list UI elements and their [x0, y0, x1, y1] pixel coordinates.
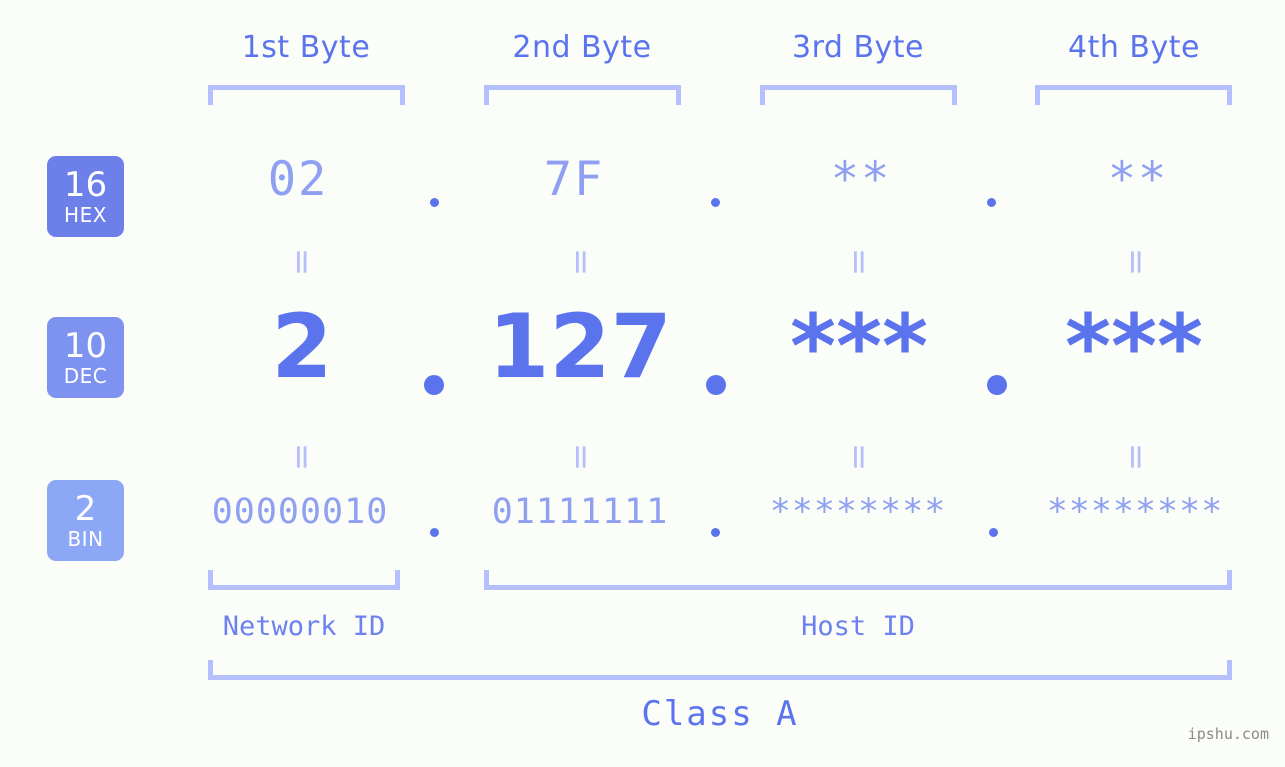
bin-separator-2	[711, 528, 720, 537]
equals-sign-dec-bin-4: =	[1116, 442, 1156, 472]
hex-separator-2	[711, 198, 720, 207]
base-badge-dec: 10 DEC	[47, 317, 124, 398]
base-badge-bin-number: 2	[74, 489, 97, 529]
byte-header-2: 2nd Byte	[512, 30, 652, 65]
watermark: ipshu.com	[1187, 725, 1269, 743]
byte-bracket-4	[1035, 85, 1232, 105]
base-badge-dec-name: DEC	[63, 364, 108, 388]
equals-sign-dec-bin-3: =	[839, 442, 879, 472]
bin-byte-2: 01111111	[491, 492, 669, 532]
equals-sign-dec-bin-1: =	[282, 442, 322, 472]
byte-header-4: 4th Byte	[1068, 30, 1200, 65]
bin-separator-3	[989, 528, 998, 537]
byte-bracket-2	[484, 85, 681, 105]
class-label: Class A	[641, 694, 799, 734]
host-id-label: Host ID	[801, 611, 915, 642]
byte-bracket-3	[760, 85, 957, 105]
bin-separator-1	[430, 528, 439, 537]
base-badge-bin-name: BIN	[67, 527, 104, 551]
dec-separator-1	[424, 375, 444, 395]
ip-address-diagram: 1st Byte 2nd Byte 3rd Byte 4th Byte 16 H…	[0, 0, 1285, 767]
byte-header-1: 1st Byte	[241, 30, 371, 65]
hex-separator-1	[430, 198, 439, 207]
bin-byte-4: ********	[1046, 492, 1224, 532]
network-id-bracket	[208, 570, 400, 590]
byte-header-3: 3rd Byte	[791, 30, 925, 65]
base-badge-bin: 2 BIN	[47, 480, 124, 561]
hex-separator-3	[987, 198, 996, 207]
base-badge-hex-number: 16	[63, 165, 108, 205]
bin-byte-1: 00000010	[211, 492, 389, 532]
network-id-label: Network ID	[222, 611, 386, 642]
dec-separator-3	[987, 375, 1007, 395]
equals-sign-dec-bin-2: =	[561, 442, 601, 472]
base-badge-dec-number: 10	[63, 326, 108, 366]
dec-separator-2	[706, 375, 726, 395]
host-id-bracket	[484, 570, 1232, 590]
class-bracket	[208, 660, 1232, 680]
bin-byte-3: ********	[769, 492, 947, 532]
byte-bracket-1	[208, 85, 405, 105]
base-badge-hex: 16 HEX	[47, 156, 124, 237]
base-badge-hex-name: HEX	[64, 203, 107, 227]
